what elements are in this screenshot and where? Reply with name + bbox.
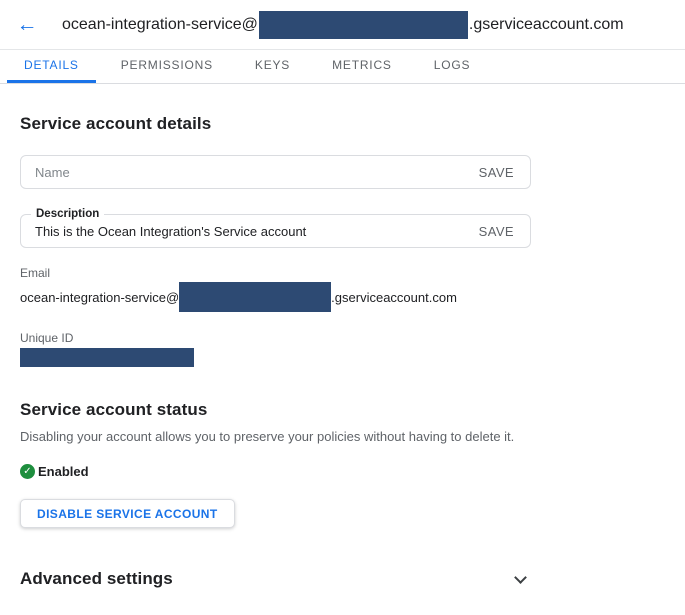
description-field: Description SAVE [20, 214, 531, 248]
title-prefix: ocean-integration-service@ [62, 16, 258, 34]
redaction-box-unique-id [20, 348, 194, 367]
email-value-suffix: .gserviceaccount.com [331, 290, 457, 305]
page-title: ocean-integration-service@ .gserviceacco… [62, 11, 624, 39]
name-field: SAVE [20, 155, 531, 189]
description-field-label: Description [31, 207, 104, 221]
advanced-settings-row[interactable]: Advanced settings [20, 569, 531, 589]
status-badge: Enabled [38, 464, 89, 479]
description-save-button[interactable]: SAVE [477, 224, 516, 239]
description-input[interactable] [35, 224, 477, 239]
unique-id-label: Unique ID [20, 331, 665, 345]
email-value-prefix: ocean-integration-service@ [20, 290, 179, 305]
redaction-box-title [259, 11, 468, 39]
email-label: Email [20, 266, 665, 280]
status-description: Disabling your account allows you to pre… [20, 429, 665, 444]
tab-details[interactable]: DETAILS [7, 50, 96, 83]
back-button[interactable]: ← [14, 12, 40, 38]
tab-permissions[interactable]: PERMISSIONS [104, 50, 230, 83]
back-arrow-icon: ← [17, 13, 38, 37]
section-heading-advanced: Advanced settings [20, 569, 173, 589]
status-row: ✓ Enabled [20, 464, 665, 479]
name-input[interactable] [35, 165, 477, 180]
title-suffix: .gserviceaccount.com [469, 16, 624, 34]
tab-bar: DETAILS PERMISSIONS KEYS METRICS LOGS [0, 50, 685, 84]
enabled-check-icon: ✓ [20, 464, 35, 479]
section-heading-details: Service account details [20, 114, 665, 134]
email-value: ocean-integration-service@ .gserviceacco… [20, 281, 665, 313]
tab-keys[interactable]: KEYS [238, 50, 307, 83]
tab-logs[interactable]: LOGS [417, 50, 488, 83]
name-save-button[interactable]: SAVE [477, 165, 516, 180]
page-header: ← ocean-integration-service@ .gserviceac… [0, 0, 685, 50]
chevron-down-icon [514, 571, 527, 584]
main-content: Service account details SAVE Description… [0, 114, 685, 589]
section-heading-status: Service account status [20, 400, 665, 420]
redaction-box-email [179, 282, 331, 312]
disable-service-account-button[interactable]: DISABLE SERVICE ACCOUNT [20, 499, 235, 528]
tab-metrics[interactable]: METRICS [315, 50, 409, 83]
